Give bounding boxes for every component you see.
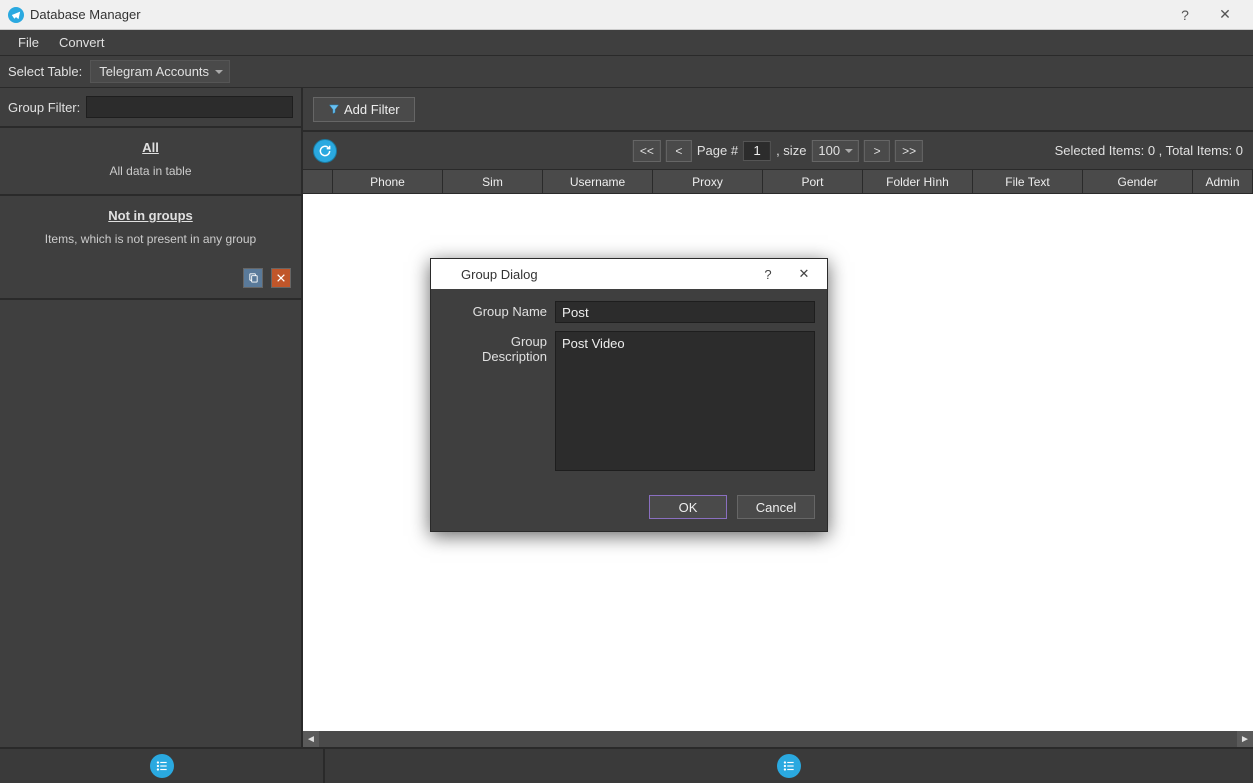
column-header[interactable]: Gender bbox=[1083, 170, 1193, 193]
table-select[interactable]: Telegram Accounts bbox=[90, 60, 230, 83]
bottombar-right bbox=[325, 749, 1253, 783]
column-header[interactable]: Phone bbox=[333, 170, 443, 193]
size-label: , size bbox=[776, 143, 806, 158]
bottombar-left bbox=[0, 749, 325, 783]
page-size-select[interactable]: 100 bbox=[811, 140, 859, 162]
dialog-titlebar: Group Dialog ? ✕ bbox=[431, 259, 827, 289]
add-filter-label: Add Filter bbox=[344, 102, 400, 117]
delete-group-button[interactable] bbox=[271, 268, 291, 288]
column-header[interactable]: Port bbox=[763, 170, 863, 193]
group-nig-title: Not in groups bbox=[10, 208, 291, 223]
bottombar bbox=[0, 747, 1253, 783]
dialog-buttons: OK Cancel bbox=[431, 485, 827, 531]
group-not-in-groups[interactable]: Not in groups Items, which is not presen… bbox=[0, 196, 301, 262]
group-all-title: All bbox=[10, 140, 291, 155]
status-text: Selected Items: 0 , Total Items: 0 bbox=[1055, 143, 1243, 158]
column-header[interactable]: Folder Hình bbox=[863, 170, 973, 193]
group-nig-desc: Items, which is not present in any group bbox=[10, 231, 291, 248]
delete-icon bbox=[276, 273, 286, 283]
scroll-left-arrow[interactable]: ◄ bbox=[303, 731, 319, 747]
group-dialog: Group Dialog ? ✕ Group Name Group Descri… bbox=[430, 258, 828, 532]
content-toolbar: Add Filter bbox=[303, 88, 1253, 132]
menubar: File Convert bbox=[0, 30, 1253, 56]
page-last-button[interactable]: >> bbox=[895, 140, 923, 162]
app-icon bbox=[8, 7, 24, 23]
total-value: 0 bbox=[1236, 143, 1243, 158]
column-header[interactable]: File Text bbox=[973, 170, 1083, 193]
page-label: Page # bbox=[697, 143, 738, 158]
refresh-button[interactable] bbox=[313, 139, 337, 163]
group-actions bbox=[0, 262, 301, 299]
selected-label: Selected Items: bbox=[1055, 143, 1145, 158]
group-all[interactable]: All All data in table bbox=[0, 128, 301, 196]
list-icon-right[interactable] bbox=[777, 754, 801, 778]
column-header[interactable] bbox=[303, 170, 333, 193]
select-table-label: Select Table: bbox=[8, 64, 82, 79]
list-icon-left[interactable] bbox=[150, 754, 174, 778]
dialog-ok-button[interactable]: OK bbox=[649, 495, 727, 519]
menu-file[interactable]: File bbox=[8, 32, 49, 53]
pager-row: << < Page # , size 100 > >> Selected Ite… bbox=[303, 132, 1253, 170]
column-header[interactable]: Admin bbox=[1193, 170, 1253, 193]
funnel-icon bbox=[328, 103, 340, 115]
group-filter-input[interactable] bbox=[86, 96, 293, 118]
select-table-toolbar: Select Table: Telegram Accounts bbox=[0, 56, 1253, 88]
pager-controls: << < Page # , size 100 > >> bbox=[633, 140, 923, 162]
sidebar: Group Filter: All All data in table Not … bbox=[0, 88, 303, 747]
group-not-in-groups-wrap: Not in groups Items, which is not presen… bbox=[0, 196, 301, 300]
horizontal-scrollbar[interactable]: ◄ ► bbox=[303, 731, 1253, 747]
page-prev-button[interactable]: < bbox=[666, 140, 692, 162]
group-desc-input[interactable] bbox=[555, 331, 815, 471]
column-header[interactable]: Username bbox=[543, 170, 653, 193]
add-filter-button[interactable]: Add Filter bbox=[313, 97, 415, 122]
group-name-label: Group Name bbox=[443, 301, 555, 323]
table-select-value: Telegram Accounts bbox=[99, 64, 209, 79]
scroll-right-arrow[interactable]: ► bbox=[1237, 731, 1253, 747]
group-filter-row: Group Filter: bbox=[0, 88, 301, 128]
dialog-icon bbox=[439, 266, 455, 282]
dialog-body: Group Name Group Description bbox=[431, 289, 827, 485]
dialog-cancel-button[interactable]: Cancel bbox=[737, 495, 815, 519]
group-name-row: Group Name bbox=[443, 301, 815, 323]
group-name-input[interactable] bbox=[555, 301, 815, 323]
dialog-help-button[interactable]: ? bbox=[753, 259, 783, 289]
dialog-close-button[interactable]: ✕ bbox=[789, 259, 819, 289]
selected-value: 0 bbox=[1148, 143, 1155, 158]
column-header[interactable]: Proxy bbox=[653, 170, 763, 193]
page-next-button[interactable]: > bbox=[864, 140, 890, 162]
refresh-icon bbox=[318, 144, 332, 158]
group-filter-label: Group Filter: bbox=[8, 100, 80, 115]
menu-convert[interactable]: Convert bbox=[49, 32, 115, 53]
total-label: , Total Items: bbox=[1159, 143, 1232, 158]
help-button[interactable]: ? bbox=[1165, 0, 1205, 30]
copy-group-button[interactable] bbox=[243, 268, 263, 288]
page-first-button[interactable]: << bbox=[633, 140, 661, 162]
titlebar: Database Manager ? ✕ bbox=[0, 0, 1253, 30]
dialog-title-text: Group Dialog bbox=[461, 267, 538, 282]
list-icon bbox=[782, 759, 796, 773]
table-header: PhoneSimUsernameProxyPortFolder HìnhFile… bbox=[303, 170, 1253, 194]
copy-icon bbox=[248, 272, 259, 283]
group-desc-row: Group Description bbox=[443, 331, 815, 471]
group-desc-label: Group Description bbox=[443, 331, 555, 471]
window-title: Database Manager bbox=[30, 7, 141, 22]
page-size-value: 100 bbox=[818, 143, 840, 158]
list-icon bbox=[155, 759, 169, 773]
close-button[interactable]: ✕ bbox=[1205, 0, 1245, 30]
group-all-desc: All data in table bbox=[10, 163, 291, 180]
page-number-input[interactable] bbox=[743, 141, 771, 161]
column-header[interactable]: Sim bbox=[443, 170, 543, 193]
